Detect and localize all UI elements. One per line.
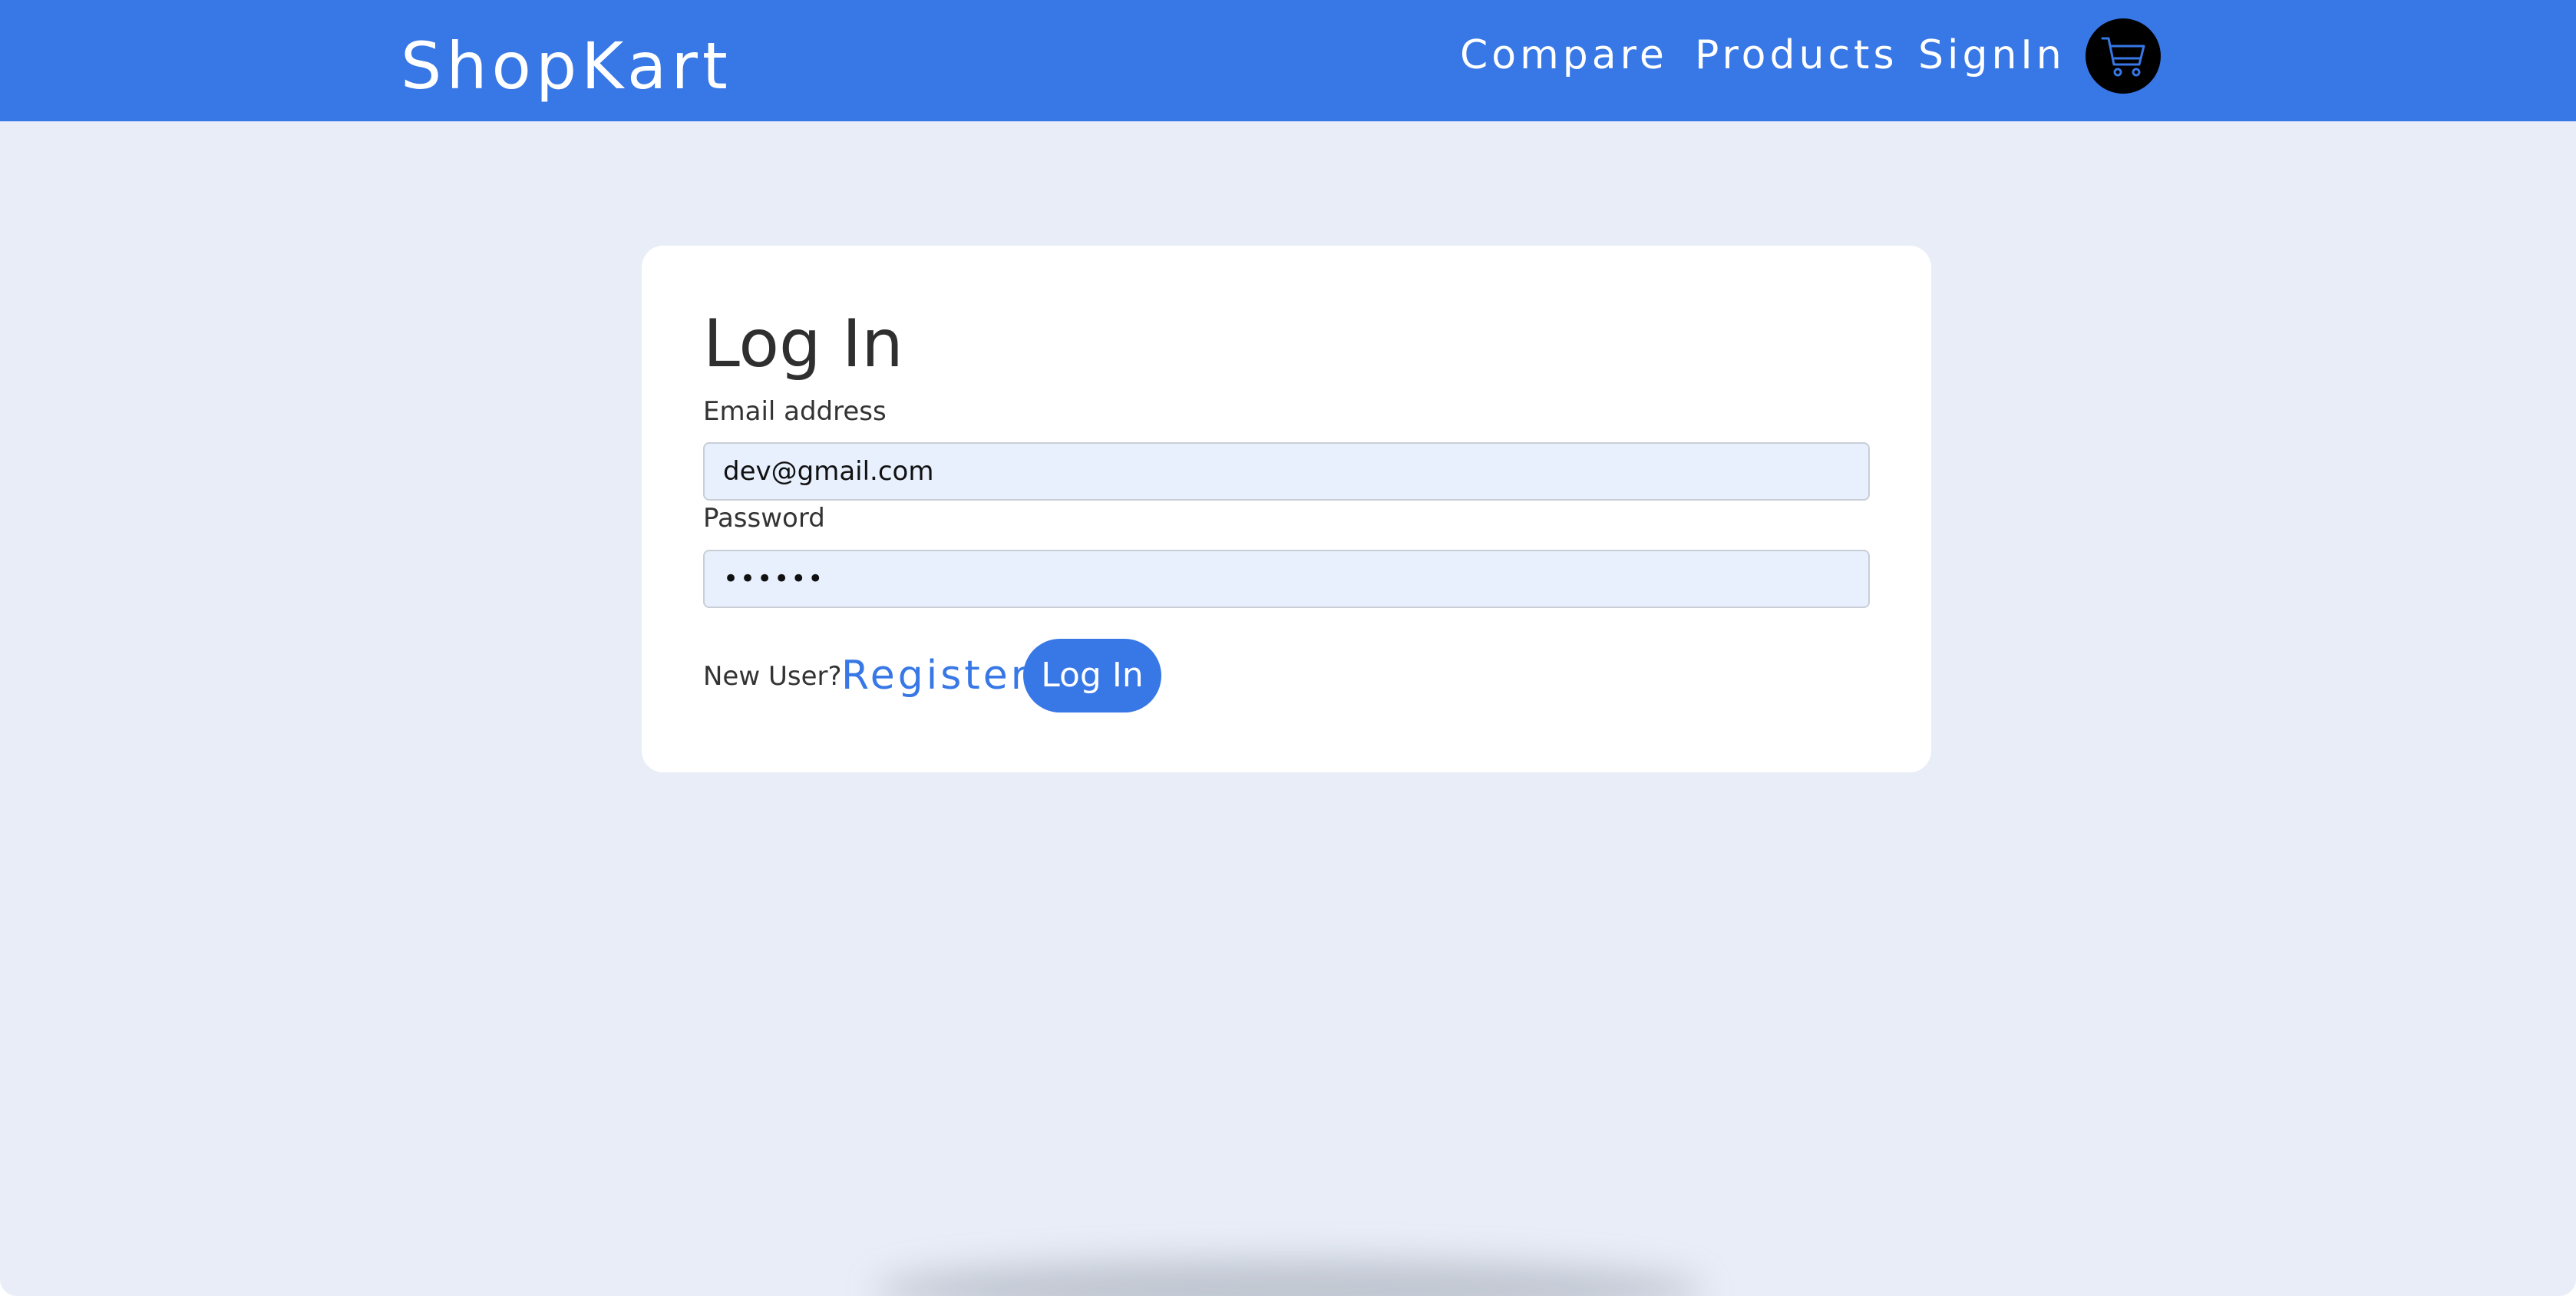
cart-icon	[2101, 37, 2145, 77]
register-link[interactable]: Register	[841, 651, 1030, 700]
cart-button[interactable]	[2086, 18, 2161, 94]
nav-link-signin[interactable]: SignIn	[1918, 31, 2066, 80]
nav-link-products[interactable]: Products	[1695, 31, 1898, 80]
email-input[interactable]: dev@gmail.com	[703, 442, 1870, 501]
top-navbar: ShopKart Compare Products SignIn	[0, 0, 2576, 121]
new-user-text: New User?	[703, 661, 842, 692]
email-label: Email address	[703, 396, 887, 427]
login-title: Log In	[703, 306, 903, 382]
nav-link-compare[interactable]: Compare	[1460, 31, 1668, 80]
page: ShopKart Compare Products SignIn Log In …	[0, 0, 2576, 1296]
login-button[interactable]: Log In	[1023, 639, 1161, 712]
password-label: Password	[703, 503, 825, 534]
password-input[interactable]: ••••••	[703, 550, 1870, 608]
brand-logo[interactable]: ShopKart	[401, 28, 732, 104]
login-card: Log In Email address dev@gmail.com Passw…	[642, 246, 1931, 772]
bottom-shadow	[875, 1259, 1704, 1296]
